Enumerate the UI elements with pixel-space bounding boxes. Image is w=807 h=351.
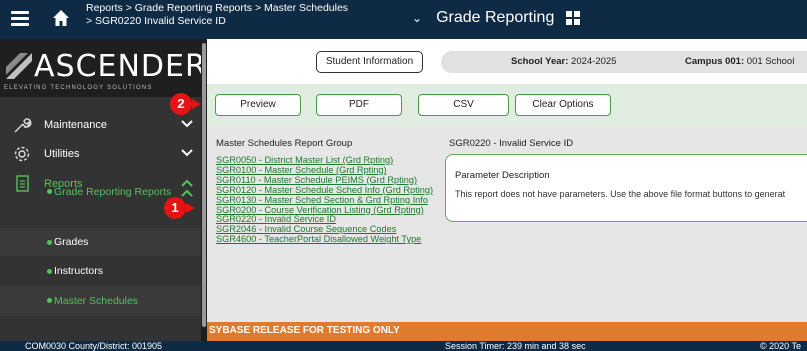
session-timer: Session Timer: 239 min and 38 sec — [445, 341, 586, 351]
sidebar-item-utilities[interactable]: Utilities — [0, 140, 201, 168]
sidebar-subitem-label: Grade Reporting Reports — [54, 186, 172, 198]
chevron-up-icon — [181, 189, 193, 197]
clear-options-button[interactable]: Clear Options — [515, 94, 611, 116]
pdf-button[interactable]: PDF — [316, 94, 402, 116]
menu-icon[interactable] — [11, 11, 29, 27]
chevron-down-icon — [181, 120, 193, 128]
parameter-description: This report does not have parameters. Us… — [455, 189, 786, 199]
breadcrumb[interactable]: Reports > Grade Reporting Reports > Mast… — [86, 2, 348, 28]
callout-arrow-icon — [186, 203, 195, 213]
gear-icon — [14, 146, 30, 162]
sidebar-item-label: Maintenance — [44, 119, 107, 131]
report-group-title: Master Schedules Report Group — [216, 138, 353, 149]
campus-value: 001 School — [746, 56, 795, 67]
copyright: © 2020 Te — [760, 341, 801, 351]
wrench-icon — [14, 118, 32, 133]
sidebar-subitem-grades[interactable]: Grades — [0, 228, 201, 256]
parameter-heading: Parameter Description — [455, 170, 550, 181]
school-year-value: 2024-2025 — [571, 56, 617, 67]
sidebar-subitem-label: Master Schedules — [54, 295, 139, 307]
bullet-icon — [47, 298, 52, 303]
preview-button[interactable]: Preview — [215, 94, 301, 116]
csv-button[interactable]: CSV — [418, 94, 509, 116]
sidebar-item-maintenance[interactable]: Maintenance — [0, 111, 201, 139]
ascender-logo: ASCENDER ELEVATING TECHNOLOGY SOLUTIONS — [0, 39, 206, 97]
footer-bar: COM0030 County/District: 001905 Session … — [0, 341, 807, 351]
ascender-mark-icon — [6, 53, 32, 79]
release-banner: SYBASE RELEASE FOR TESTING ONLY — [207, 322, 807, 341]
bullet-icon — [47, 189, 52, 194]
sidebar: ASCENDER ELEVATING TECHNOLOGY SOLUTIONS … — [0, 39, 207, 341]
chevron-down-icon — [181, 149, 193, 157]
brand-tagline: ELEVATING TECHNOLOGY SOLUTIONS — [4, 85, 153, 91]
school-year-campus-bar: School Year: 2024-2025 Campus 001: 001 S… — [441, 51, 807, 73]
home-icon[interactable] — [52, 9, 70, 27]
sidebar-subitem-instructors[interactable]: Instructors — [0, 257, 201, 285]
breadcrumb-line-2: > SGR0220 Invalid Service ID — [86, 15, 226, 27]
callout-badge-1: 1 — [164, 197, 186, 219]
breadcrumb-line-1: Reports > Grade Reporting Reports > Mast… — [86, 2, 349, 14]
module-selector[interactable]: ⌄ Grade Reporting — [412, 9, 581, 27]
report-list: SGR0050 - District Master List (Grd Rpti… — [216, 155, 433, 245]
apps-grid-icon[interactable] — [566, 11, 581, 25]
selected-report-title: SGR0220 - Invalid Service ID — [449, 138, 574, 149]
bullet-icon — [47, 240, 52, 245]
module-title: Grade Reporting — [436, 9, 555, 26]
callout-arrow-icon — [192, 99, 201, 109]
sidebar-item-label: Utilities — [44, 148, 80, 160]
chevron-down-icon: ⌄ — [412, 11, 423, 25]
bullet-icon — [47, 269, 52, 274]
callout-badge-2: 2 — [170, 93, 192, 115]
school-year-label: School Year: — [511, 56, 569, 67]
top-bar: Reports > Grade Reporting Reports > Mast… — [0, 0, 807, 39]
sidebar-subitem-label: Grades — [54, 236, 89, 248]
student-information-button[interactable]: Student Information — [316, 51, 423, 73]
scrollbar-thumb[interactable] — [202, 43, 206, 327]
release-banner-text: SYBASE RELEASE FOR TESTING ONLY — [209, 325, 400, 336]
sidebar-subitem-label: Instructors — [54, 265, 104, 277]
school-year: School Year: 2024-2025 — [511, 56, 616, 67]
sidebar-subitem-master-schedules[interactable]: Master Schedules — [0, 286, 201, 316]
campus: Campus 001: 001 School — [685, 56, 794, 67]
report-link[interactable]: SGR4600 - TeacherPortal Disallowed Weigh… — [216, 234, 433, 245]
parameter-panel: Parameter Description This report does n… — [445, 154, 807, 222]
footer-district: COM0030 County/District: 001905 — [25, 341, 163, 351]
campus-label: Campus 001: — [685, 56, 745, 67]
brand-name: ASCENDER — [34, 49, 207, 84]
